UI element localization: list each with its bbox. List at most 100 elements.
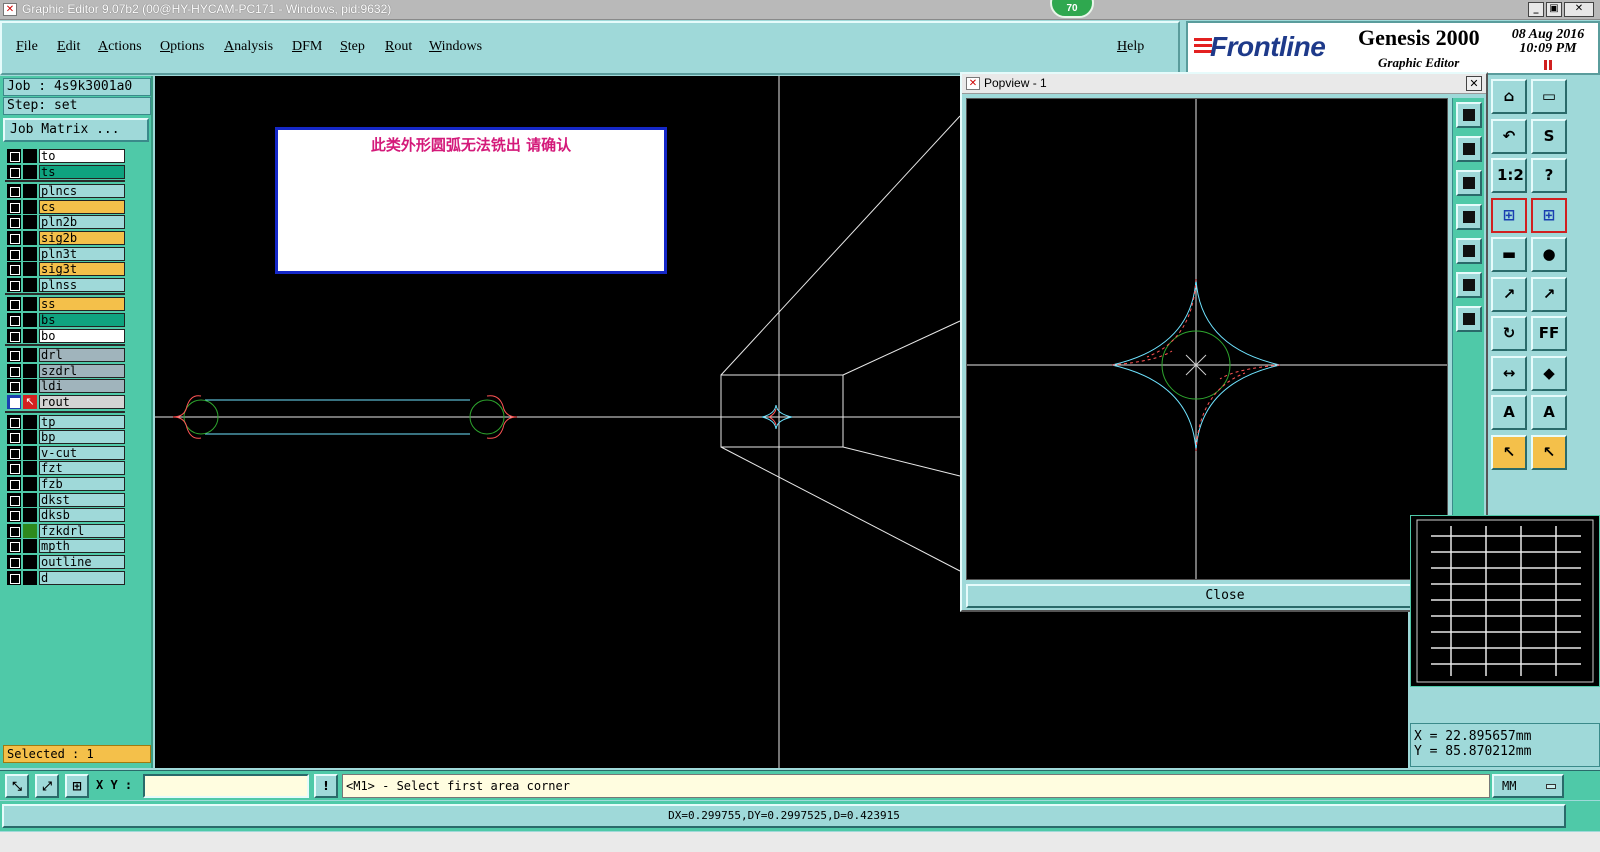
layer-affected-marker[interactable] bbox=[23, 184, 37, 199]
layer-checkbox[interactable] bbox=[7, 262, 21, 277]
layer-name[interactable]: fzkdrl bbox=[39, 523, 125, 538]
layer-affected-marker[interactable] bbox=[23, 348, 37, 363]
layer-affected-marker[interactable] bbox=[23, 523, 37, 538]
layer-affected-marker[interactable] bbox=[23, 555, 37, 569]
layer-row-pln3t[interactable]: pln3t bbox=[5, 246, 125, 262]
menu-step[interactable]: Step bbox=[340, 39, 365, 55]
layer-checkbox[interactable] bbox=[7, 215, 21, 230]
layer-row-plncs[interactable]: plncs bbox=[5, 183, 125, 199]
layer-name[interactable]: dksb bbox=[39, 508, 125, 523]
popview-zoom-out-button[interactable] bbox=[1456, 306, 1482, 332]
menu-actions[interactable]: Actions bbox=[98, 39, 142, 55]
menu-analysis[interactable]: Analysis bbox=[224, 39, 273, 55]
layer-affected-marker[interactable] bbox=[23, 477, 37, 491]
layer-name[interactable]: ts bbox=[39, 164, 125, 179]
layer-row-sig3t[interactable]: sig3t bbox=[5, 261, 125, 277]
pause-icon[interactable] bbox=[1543, 60, 1553, 70]
layer-name[interactable]: v-cut bbox=[39, 445, 125, 460]
layer-checkbox[interactable] bbox=[7, 570, 21, 585]
layer-affected-marker[interactable] bbox=[23, 277, 37, 292]
layer-checkbox[interactable] bbox=[7, 414, 21, 429]
arch-alt-button[interactable]: A bbox=[1531, 395, 1567, 430]
layer-checkbox[interactable] bbox=[7, 555, 21, 569]
layer-name[interactable]: bs bbox=[39, 313, 125, 327]
snap-button[interactable]: S bbox=[1531, 118, 1567, 154]
panel-overview-thumbnail[interactable] bbox=[1410, 515, 1600, 687]
layer-row-ss[interactable]: ss bbox=[5, 296, 125, 312]
restore-button[interactable]: ▣ bbox=[1546, 2, 1562, 17]
select-net-button[interactable]: ↖ bbox=[1531, 434, 1567, 470]
layer-row-szdrl[interactable]: szdrl bbox=[5, 363, 125, 379]
layer-row-fzb[interactable]: fzb bbox=[5, 476, 125, 492]
layer-name[interactable]: outline bbox=[39, 555, 125, 569]
layer-checkbox[interactable] bbox=[7, 430, 21, 445]
route-net-button[interactable]: ⊞ bbox=[1491, 197, 1527, 233]
layer-name[interactable]: tp bbox=[39, 414, 125, 429]
prompt-alert-button[interactable]: ! bbox=[314, 774, 338, 798]
layer-name[interactable]: pln2b bbox=[39, 215, 125, 230]
layer-checkbox[interactable] bbox=[7, 164, 21, 179]
layer-row-dksb[interactable]: dksb bbox=[5, 507, 125, 523]
layer-checkbox[interactable] bbox=[7, 277, 21, 292]
layer-row-bo[interactable]: bo bbox=[5, 328, 125, 344]
layer-name[interactable]: drl bbox=[39, 348, 125, 363]
layer-affected-marker[interactable] bbox=[23, 297, 37, 312]
layer-name[interactable]: dkst bbox=[39, 492, 125, 507]
popview-pan-left-button[interactable] bbox=[1456, 204, 1482, 230]
layer-name[interactable]: plncs bbox=[39, 184, 125, 199]
work-layer-arrow-icon[interactable]: ↖ bbox=[23, 395, 37, 409]
popview-close-icon[interactable]: ✕ bbox=[1466, 76, 1482, 91]
layer-checkbox[interactable] bbox=[7, 199, 21, 214]
popview-fit-button[interactable] bbox=[1456, 272, 1482, 298]
layer-row-v-cut[interactable]: v-cut bbox=[5, 445, 125, 461]
popview-pan-up-button[interactable] bbox=[1456, 136, 1482, 162]
layer-name[interactable]: rout bbox=[39, 395, 125, 409]
layer-checkbox[interactable] bbox=[7, 379, 21, 394]
layer-affected-marker[interactable] bbox=[23, 262, 37, 277]
popview-pan-down-button[interactable] bbox=[1456, 170, 1482, 196]
rotate-button[interactable]: ↻ bbox=[1491, 316, 1527, 351]
layer-affected-marker[interactable] bbox=[23, 492, 37, 507]
layer-row-drl[interactable]: drl bbox=[5, 347, 125, 363]
layer-row-pln2b[interactable]: pln2b bbox=[5, 214, 125, 230]
popview-pan-right-button[interactable] bbox=[1456, 238, 1482, 264]
layer-affected-marker[interactable] bbox=[23, 164, 37, 179]
layer-row-rout[interactable]: ↖ rout bbox=[5, 394, 125, 410]
layer-affected-marker[interactable] bbox=[23, 508, 37, 523]
mirror-button[interactable]: FF bbox=[1531, 316, 1567, 351]
layer-name[interactable]: bp bbox=[39, 430, 125, 445]
layer-checkbox[interactable] bbox=[7, 523, 21, 538]
layer-name[interactable]: cs bbox=[39, 199, 125, 214]
ruler-button[interactable]: ▬ bbox=[1491, 237, 1527, 272]
layer-affected-marker[interactable] bbox=[23, 445, 37, 460]
layer-name[interactable]: d bbox=[39, 570, 125, 585]
layer-row-to[interactable]: to bbox=[5, 148, 125, 164]
layer-affected-marker[interactable] bbox=[23, 414, 37, 429]
menu-options[interactable]: Options bbox=[160, 39, 204, 55]
layer-row-d[interactable]: d bbox=[5, 570, 125, 586]
layer-checkbox[interactable] bbox=[7, 297, 21, 312]
layer-row-ts[interactable]: ts bbox=[5, 164, 125, 180]
undo-button[interactable]: ↶ bbox=[1491, 118, 1527, 154]
layer-affected-marker[interactable] bbox=[23, 363, 37, 378]
notification-badge[interactable]: 70 bbox=[1050, 0, 1094, 18]
layer-name[interactable]: ss bbox=[39, 297, 125, 312]
layer-name[interactable]: pln3t bbox=[39, 246, 125, 261]
layer-checkbox[interactable] bbox=[7, 492, 21, 507]
layer-name[interactable]: plnss bbox=[39, 277, 125, 292]
grid-button[interactable]: ⊞ bbox=[65, 774, 89, 798]
layer-affected-marker[interactable] bbox=[23, 149, 37, 163]
xy-input[interactable] bbox=[143, 774, 309, 798]
layer-name[interactable]: ldi bbox=[39, 379, 125, 394]
layer-name[interactable]: fzt bbox=[39, 461, 125, 476]
help-button[interactable]: ? bbox=[1531, 158, 1567, 193]
select-button[interactable]: ↖ bbox=[1491, 434, 1527, 470]
measure-button[interactable]: ⤢ bbox=[35, 774, 59, 798]
layer-row-fzkdrl[interactable]: fzkdrl bbox=[5, 523, 125, 539]
home-button[interactable]: ⌂ bbox=[1491, 79, 1527, 114]
layer-row-fzt[interactable]: fzt bbox=[5, 460, 125, 476]
layer-row-ldi[interactable]: ldi bbox=[5, 378, 125, 394]
menu-dfm[interactable]: DFM bbox=[292, 39, 322, 55]
layer-row-bs[interactable]: bs bbox=[5, 312, 125, 328]
layer-checkbox[interactable] bbox=[7, 395, 21, 409]
